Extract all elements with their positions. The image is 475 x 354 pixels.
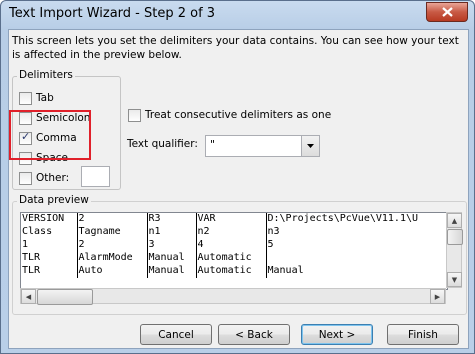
finish-button[interactable]: Finish [387, 324, 459, 345]
preview-cell: 2 [77, 239, 148, 252]
scroll-up-button[interactable]: ▲ [447, 213, 462, 228]
preview-cell: 3 [147, 239, 197, 252]
preview-row: 12345 [21, 239, 446, 252]
dialog-window: Text Import Wizard - Step 2 of 3 This sc… [0, 0, 475, 354]
preview-cell: R3 [147, 213, 197, 226]
other-delimiter-input[interactable] [81, 166, 110, 187]
consecutive-checkbox-box[interactable] [128, 108, 141, 122]
intro-text: This screen lets you set the delimiters … [12, 35, 459, 61]
preview-cell: Tagname [77, 226, 148, 239]
preview-cell: TLR [21, 265, 78, 278]
vertical-scroll-thumb[interactable] [447, 229, 463, 245]
preview-cell: Automatic [196, 252, 267, 265]
text-qualifier-value: " [210, 138, 216, 151]
preview-vertical-scrollbar[interactable]: ▲ ▼ [446, 212, 463, 288]
cancel-button[interactable]: Cancel [140, 324, 212, 345]
preview-cell: n2 [196, 226, 267, 239]
back-button[interactable]: < Back [218, 324, 290, 345]
preview-cell: 2 [77, 213, 148, 226]
preview-cell: AlarmMode [77, 252, 148, 265]
preview-row: TLR Auto Manual Automatic Manual [21, 265, 446, 278]
other-checkbox-box[interactable] [19, 171, 32, 185]
preview-cell: Class [21, 226, 78, 239]
preview-cell: D:\Projects\PcVue\V11.1\U [267, 213, 419, 224]
preview-cell: Automatic [196, 265, 267, 278]
preview-cell: Manual [147, 265, 197, 278]
text-qualifier-select[interactable]: " [205, 135, 320, 157]
consecutive-delimiters-checkbox[interactable]: Treat consecutive delimiters as one [128, 107, 331, 123]
preview-cell [266, 252, 446, 265]
chevron-down-icon [307, 144, 314, 148]
next-button[interactable]: Next > [301, 324, 373, 345]
preview-cell: 1 [21, 239, 78, 252]
preview-cell: 5 [267, 239, 274, 250]
dialog-body: This screen lets you set the delimiters … [8, 29, 469, 349]
tab-checkbox-box[interactable] [19, 91, 32, 105]
preview-cell: VERSION [21, 213, 78, 226]
dialog-title: Text Import Wizard - Step 2 of 3 [9, 6, 216, 21]
preview-cell: Manual [267, 265, 304, 276]
data-preview-grid[interactable]: VERSION 2 R3 VAR D:\Projects\PcVue\V11.1\U Cl… [20, 212, 448, 290]
text-qualifier-label: Text qualifier: [127, 138, 198, 150]
scroll-right-button[interactable]: ▶ [430, 289, 445, 304]
preview-row: TLR AlarmMode Manual Automatic [21, 252, 446, 265]
preview-cell: VAR [196, 213, 267, 226]
scroll-down-button[interactable]: ▼ [447, 272, 462, 287]
consecutive-label: Treat consecutive delimiters as one [145, 109, 332, 121]
preview-cell: Manual [147, 252, 197, 265]
dropdown-arrow-button[interactable] [301, 136, 319, 156]
preview-row: VERSION 2 R3 VAR D:\Projects\PcVue\V11.1\U [21, 213, 446, 226]
other-label: Other: [36, 172, 70, 184]
preview-row: Class Tagname n1 n2 n3 [21, 226, 446, 239]
preview-cell: TLR [21, 252, 78, 265]
other-checkbox[interactable]: Other: [19, 170, 69, 186]
preview-cell: n1 [147, 226, 197, 239]
delimiters-group-title: Delimiters [17, 69, 75, 81]
preview-horizontal-scrollbar[interactable]: ◀ ▶ [20, 288, 446, 305]
close-button[interactable] [426, 2, 468, 22]
preview-table: VERSION 2 R3 VAR D:\Projects\PcVue\V11.1\U Cl… [21, 213, 446, 278]
tab-label: Tab [36, 92, 54, 104]
preview-cell: n3 [267, 226, 280, 237]
preview-cell: 4 [196, 239, 267, 252]
close-icon [441, 7, 453, 17]
scroll-left-button[interactable]: ◀ [21, 289, 36, 304]
title-bar[interactable]: Text Import Wizard - Step 2 of 3 [1, 1, 474, 29]
preview-cell: Auto [77, 265, 148, 278]
highlight-annotation [9, 110, 91, 160]
data-preview-title: Data preview [17, 194, 91, 206]
horizontal-scroll-thumb[interactable] [37, 289, 93, 305]
tab-checkbox[interactable]: Tab [19, 90, 54, 106]
